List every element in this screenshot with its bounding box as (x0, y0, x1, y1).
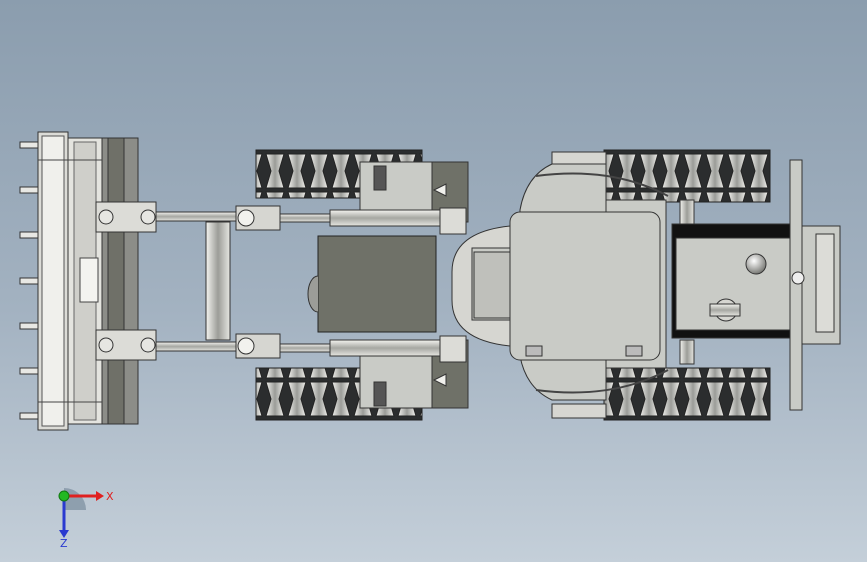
rear-tire-lower (603, 367, 771, 421)
coordinate-triad: X Z (58, 488, 114, 548)
cad-viewport[interactable] (0, 0, 867, 562)
bucket (19, 131, 139, 431)
articulation-joint (451, 225, 515, 347)
cylinder-upper (279, 207, 467, 235)
z-axis-label: Z (60, 537, 68, 548)
lift-arm-lower (95, 329, 281, 361)
x-axis-arrow-icon (96, 491, 104, 501)
cab-roof (509, 211, 661, 361)
x-axis-label: X (106, 490, 114, 503)
rear-tire-upper (603, 149, 771, 203)
arm-crossbar (205, 221, 231, 341)
lift-arm-upper (95, 201, 281, 233)
y-axis-dot-icon (58, 490, 70, 502)
